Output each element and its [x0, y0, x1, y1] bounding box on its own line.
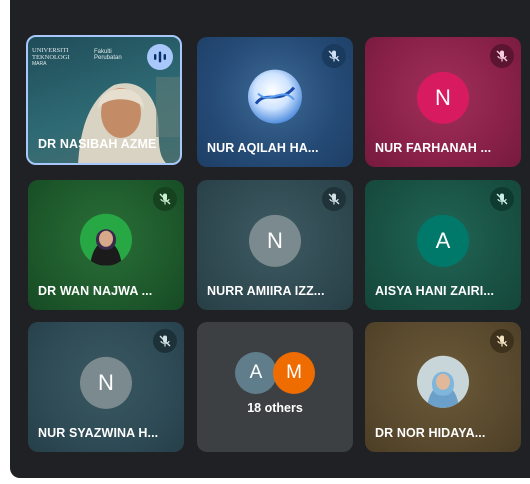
profile-picture	[248, 69, 302, 124]
participant-tile-4[interactable]: DR WAN NAJWA ...	[28, 180, 184, 310]
avatar: N	[417, 71, 469, 124]
participant-name: NUR AQILAH HA...	[207, 141, 319, 155]
mic-off-icon	[322, 187, 346, 211]
participant-name: AISYA HANI ZAIRI...	[375, 284, 495, 298]
mic-off-icon	[490, 187, 514, 211]
mic-off-icon	[490, 44, 514, 68]
meeting-grid: UNIVERSITI TEKNOLOGI MARA Fakulti Peruba…	[10, 0, 530, 478]
participant-name: DR NOR HIDAYA...	[375, 426, 486, 440]
participant-name: NURR AMIIRA IZZ...	[207, 284, 325, 298]
mic-off-icon	[153, 329, 177, 353]
participant-name: NUR FARHANAH ...	[375, 141, 492, 155]
avatar-m: M	[273, 352, 315, 394]
others-group: A M 18 others	[197, 352, 353, 415]
participant-tile-5[interactable]: N NURR AMIIRA IZZ...	[197, 180, 353, 310]
participant-tile-6[interactable]: A AISYA HANI ZAIRI...	[365, 180, 521, 310]
avatar: N	[249, 214, 301, 267]
participant-tile-1[interactable]: UNIVERSITI TEKNOLOGI MARA Fakulti Peruba…	[26, 35, 182, 165]
participant-name: NUR SYAZWINA H...	[38, 426, 159, 440]
participant-name: DR NASIBAH AZME	[38, 137, 157, 151]
participant-tile-9[interactable]: DR NOR HIDAYA...	[365, 322, 521, 452]
avatar-initial: A	[435, 227, 451, 253]
avatar-initial: N	[98, 369, 114, 395]
avatar-initial: N	[435, 84, 451, 110]
mic-off-icon	[322, 44, 346, 68]
participant-tile-2[interactable]: NUR AQILAH HA...	[197, 37, 353, 167]
participant-name: DR WAN NAJWA ...	[38, 284, 153, 298]
avatar: A	[417, 214, 469, 267]
others-tile[interactable]: A M 18 others	[197, 322, 353, 452]
participant-tile-3[interactable]: N NUR FARHANAH ...	[365, 37, 521, 167]
audio-bars-icon	[147, 44, 173, 70]
profile-picture	[80, 213, 132, 266]
avatar: N	[80, 356, 132, 409]
profile-picture	[417, 355, 469, 408]
participant-tile-7[interactable]: N NUR SYAZWINA H...	[28, 322, 184, 452]
mic-off-icon	[490, 329, 514, 353]
avatar-initial: M	[286, 362, 302, 383]
mic-off-icon	[153, 187, 177, 211]
avatar-initial: A	[249, 362, 263, 383]
others-count: 18 others	[247, 401, 303, 415]
avatar-a: A	[235, 352, 277, 394]
avatar-initial: N	[267, 227, 283, 253]
